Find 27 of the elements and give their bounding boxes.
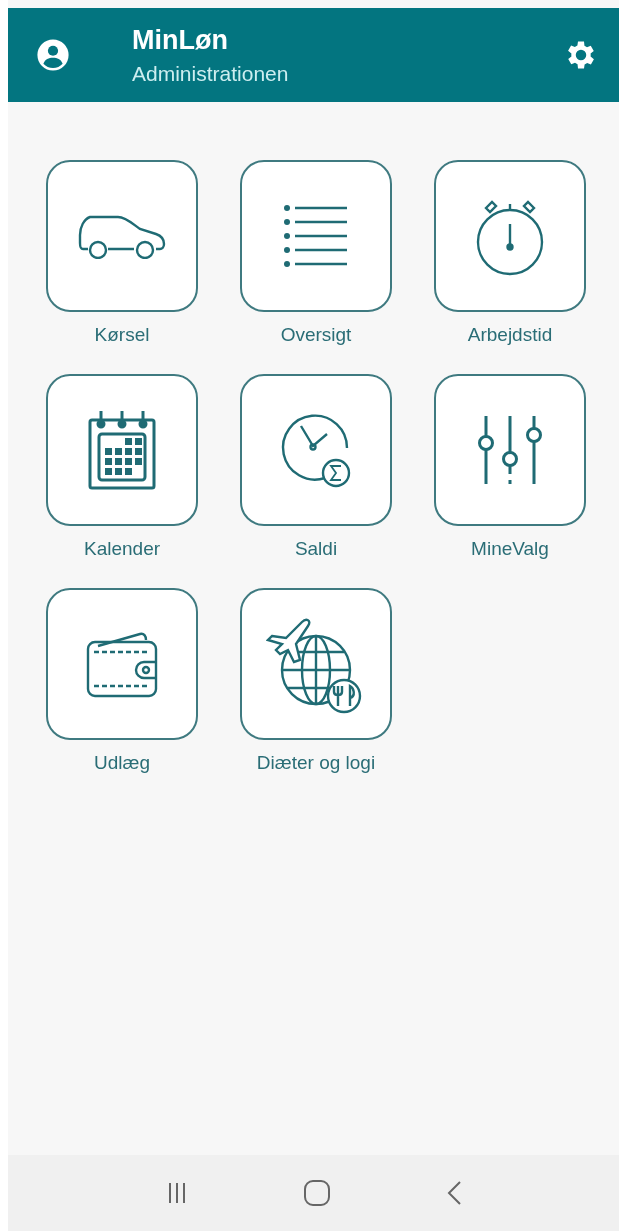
menu-tile-button[interactable] (46, 374, 198, 526)
menu-tile-button[interactable] (240, 160, 392, 312)
home-icon[interactable] (302, 1179, 331, 1207)
account-icon[interactable] (36, 38, 70, 72)
car-icon (78, 213, 166, 259)
calendar-icon (87, 410, 157, 490)
clock-sum-icon (279, 412, 353, 488)
tile-label: Diæter og logi (256, 752, 376, 774)
menu-tile-button[interactable] (46, 160, 198, 312)
menu-tile-button[interactable] (240, 588, 392, 740)
wallet-icon (86, 630, 158, 698)
menu-tile-button[interactable] (434, 374, 586, 526)
app-title: MinLøn (132, 24, 229, 56)
menu-tile-button[interactable] (46, 588, 198, 740)
tile-label: Kørsel (94, 324, 150, 346)
sliders-icon (478, 414, 542, 486)
menu-tile-button[interactable] (240, 374, 392, 526)
list-icon (283, 204, 349, 268)
tile-label: MineValg (471, 538, 549, 560)
tile-label: Oversigt (280, 324, 352, 346)
tile-label: Saldi (294, 538, 338, 560)
app-subtitle: Administrationen (132, 61, 290, 86)
tile-label: Udlæg (94, 752, 150, 774)
tile-label: Arbejdstid (467, 324, 553, 346)
menu-tile-button[interactable] (434, 160, 586, 312)
tile-label: Kalender (83, 538, 161, 560)
back-icon[interactable] (445, 1180, 462, 1206)
